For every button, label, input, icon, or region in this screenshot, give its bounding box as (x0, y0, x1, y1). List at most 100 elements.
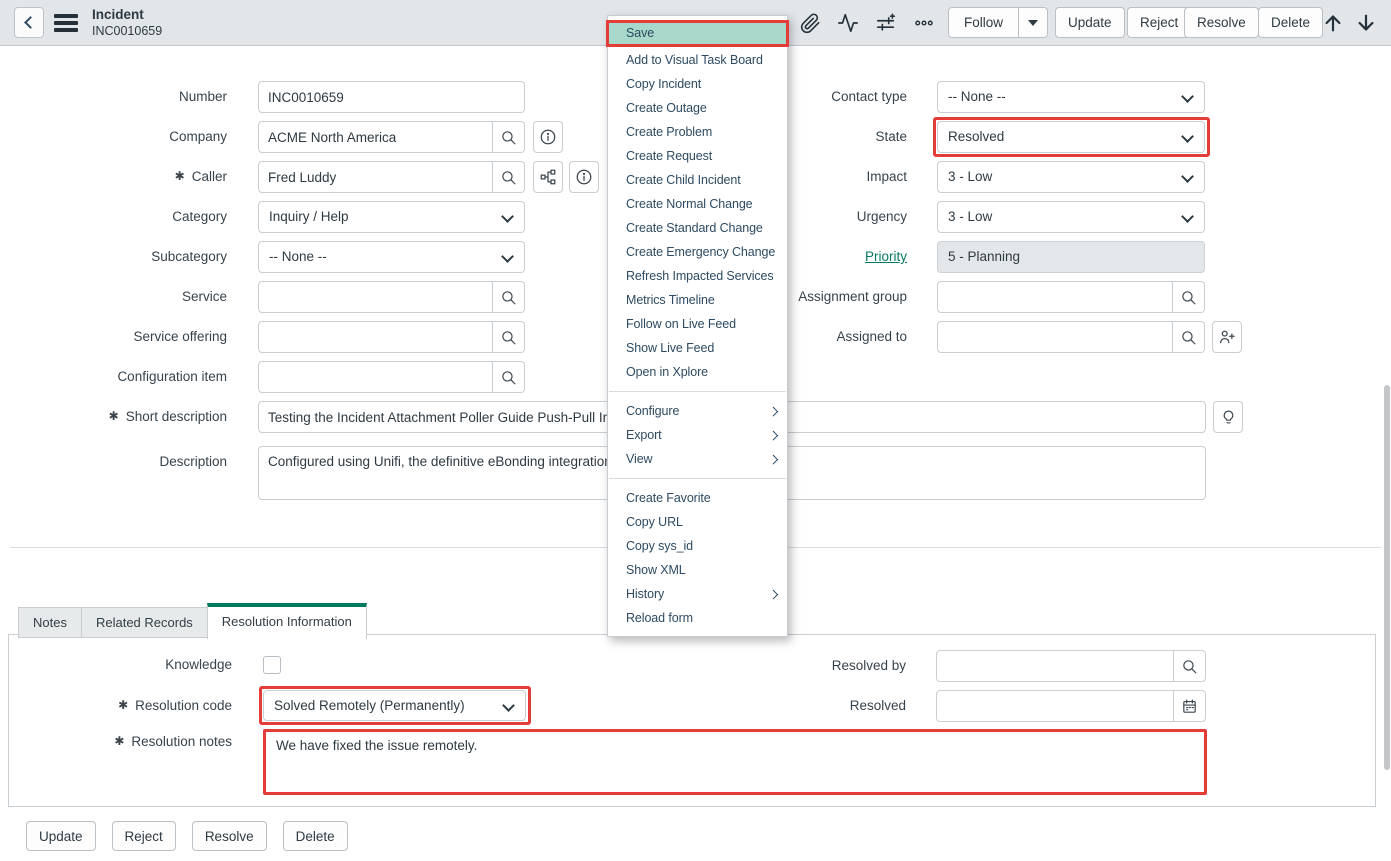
service-input[interactable] (258, 281, 493, 313)
tab-related-records[interactable]: Related Records (81, 607, 208, 638)
menu-item-create-emergency-change[interactable]: Create Emergency Change (608, 240, 787, 264)
menu-item-create-problem[interactable]: Create Problem (608, 120, 787, 144)
caller-input[interactable] (258, 161, 493, 193)
menu-item-create-normal-change[interactable]: Create Normal Change (608, 192, 787, 216)
menu-item-create-request[interactable]: Create Request (608, 144, 787, 168)
delete-button[interactable]: Delete (1258, 7, 1323, 38)
menu-item-configure[interactable]: Configure (608, 399, 787, 423)
category-label: Category (0, 201, 227, 233)
search-icon (1180, 329, 1197, 346)
menu-item-create-child-incident[interactable]: Create Child Incident (608, 168, 787, 192)
priority-link[interactable]: Priority (865, 249, 907, 264)
service-search-button[interactable] (492, 281, 525, 313)
menu-item-refresh-impacted-services[interactable]: Refresh Impacted Services (608, 264, 787, 288)
subcategory-select[interactable]: -- None -- (258, 241, 525, 273)
tab-resolution-information[interactable]: Resolution Information (207, 603, 367, 639)
resolved-by-label: Resolved by (609, 650, 906, 682)
activity-stream-icon[interactable] (837, 12, 859, 34)
attachment-icon[interactable] (799, 12, 821, 34)
urgency-select[interactable]: 3 - Low (937, 201, 1205, 233)
subcategory-value: -- None -- (269, 249, 327, 264)
suggestion-button[interactable] (1213, 401, 1243, 433)
tab-notes[interactable]: Notes (18, 607, 82, 638)
menu-item-create-favorite[interactable]: Create Favorite (608, 486, 787, 510)
resolution-notes-textarea[interactable]: We have fixed the issue remotely. (266, 732, 1204, 792)
category-select[interactable]: Inquiry / Help (258, 201, 525, 233)
configuration-item-search-button[interactable] (492, 361, 525, 393)
menu-item-label: View (626, 452, 652, 466)
service-label: Service (0, 281, 227, 313)
number-input[interactable] (258, 81, 525, 113)
footer-delete-button[interactable]: Delete (283, 821, 348, 851)
more-options-icon[interactable] (913, 12, 935, 34)
knowledge-checkbox[interactable] (263, 656, 281, 674)
section-tabs: Notes Related Records Resolution Informa… (18, 603, 367, 639)
assignment-group-search-button[interactable] (1172, 281, 1205, 313)
resolution-code-select[interactable]: Solved Remotely (Permanently) (263, 690, 526, 721)
assigned-to-search-button[interactable] (1172, 321, 1205, 353)
resolved-input[interactable] (936, 690, 1174, 722)
state-value: Resolved (948, 129, 1004, 144)
menu-item-show-xml[interactable]: Show XML (608, 558, 787, 582)
company-label: Company (0, 121, 227, 153)
menu-item-export[interactable]: Export (608, 423, 787, 447)
menu-item-reload-form[interactable]: Reload form (608, 606, 787, 630)
menu-item-copy-incident[interactable]: Copy Incident (608, 72, 787, 96)
resolved-calendar-button[interactable] (1173, 690, 1206, 722)
header-icon-toolbar (799, 12, 935, 34)
follow-dropdown-toggle[interactable] (1018, 8, 1047, 37)
company-input[interactable] (258, 121, 493, 153)
configuration-item-label: Configuration item (0, 361, 227, 393)
caller-search-button[interactable] (492, 161, 525, 193)
resolved-by-input[interactable] (936, 650, 1174, 682)
footer-resolve-button[interactable]: Resolve (192, 821, 267, 851)
footer-reject-button[interactable]: Reject (112, 821, 176, 851)
configuration-item-input[interactable] (258, 361, 493, 393)
follow-button[interactable]: Follow (948, 7, 1048, 38)
lightbulb-icon (1220, 409, 1237, 426)
state-select[interactable]: Resolved (937, 121, 1205, 153)
menu-item-save[interactable]: Save (606, 20, 789, 47)
service-offering-search-button[interactable] (492, 321, 525, 353)
assigned-to-input[interactable] (937, 321, 1173, 353)
scroll-up-icon[interactable] (1320, 9, 1346, 37)
company-preview-button[interactable] (533, 121, 563, 153)
vertical-scrollbar[interactable] (1384, 385, 1390, 770)
number-label: Number (0, 81, 227, 113)
menu-item-label: Configure (626, 404, 679, 418)
context-menu-icon[interactable] (54, 14, 78, 32)
service-offering-input[interactable] (258, 321, 493, 353)
menu-item-follow-on-live-feed[interactable]: Follow on Live Feed (608, 312, 787, 336)
company-search-button[interactable] (492, 121, 525, 153)
reject-button[interactable]: Reject (1127, 7, 1191, 38)
scroll-down-icon[interactable] (1353, 9, 1379, 37)
caller-preview-button[interactable] (569, 161, 599, 193)
menu-item-add-to-visual-task-board[interactable]: Add to Visual Task Board (608, 48, 787, 72)
menu-item-create-outage[interactable]: Create Outage (608, 96, 787, 120)
menu-item-open-in-xplore[interactable]: Open in Xplore (608, 360, 787, 384)
menu-item-metrics-timeline[interactable]: Metrics Timeline (608, 288, 787, 312)
menu-item-create-standard-change[interactable]: Create Standard Change (608, 216, 787, 240)
back-button[interactable] (14, 7, 44, 38)
short-description-label: Short description (0, 401, 227, 433)
menu-item-history[interactable]: History (608, 582, 787, 606)
resolve-button[interactable]: Resolve (1184, 7, 1259, 38)
menu-item-show-live-feed[interactable]: Show Live Feed (608, 336, 787, 360)
personalize-form-icon[interactable] (875, 12, 897, 34)
resolved-by-search-button[interactable] (1173, 650, 1206, 682)
impact-select[interactable]: 3 - Low (937, 161, 1205, 193)
menu-item-copy-url[interactable]: Copy URL (608, 510, 787, 534)
contact-type-select[interactable]: -- None -- (937, 81, 1205, 113)
priority-value: 5 - Planning (948, 249, 1020, 264)
caller-related-records-button[interactable] (533, 161, 563, 193)
caller-label: Caller (0, 161, 227, 193)
assign-to-me-button[interactable] (1212, 321, 1242, 353)
update-button[interactable]: Update (1055, 7, 1125, 38)
footer-update-button[interactable]: Update (26, 821, 96, 851)
person-add-icon (1218, 328, 1236, 346)
menu-item-label: Export (626, 428, 662, 442)
info-icon (539, 128, 557, 146)
menu-item-view[interactable]: View (608, 447, 787, 471)
menu-item-copy-sys-id[interactable]: Copy sys_id (608, 534, 787, 558)
assignment-group-input[interactable] (937, 281, 1173, 313)
